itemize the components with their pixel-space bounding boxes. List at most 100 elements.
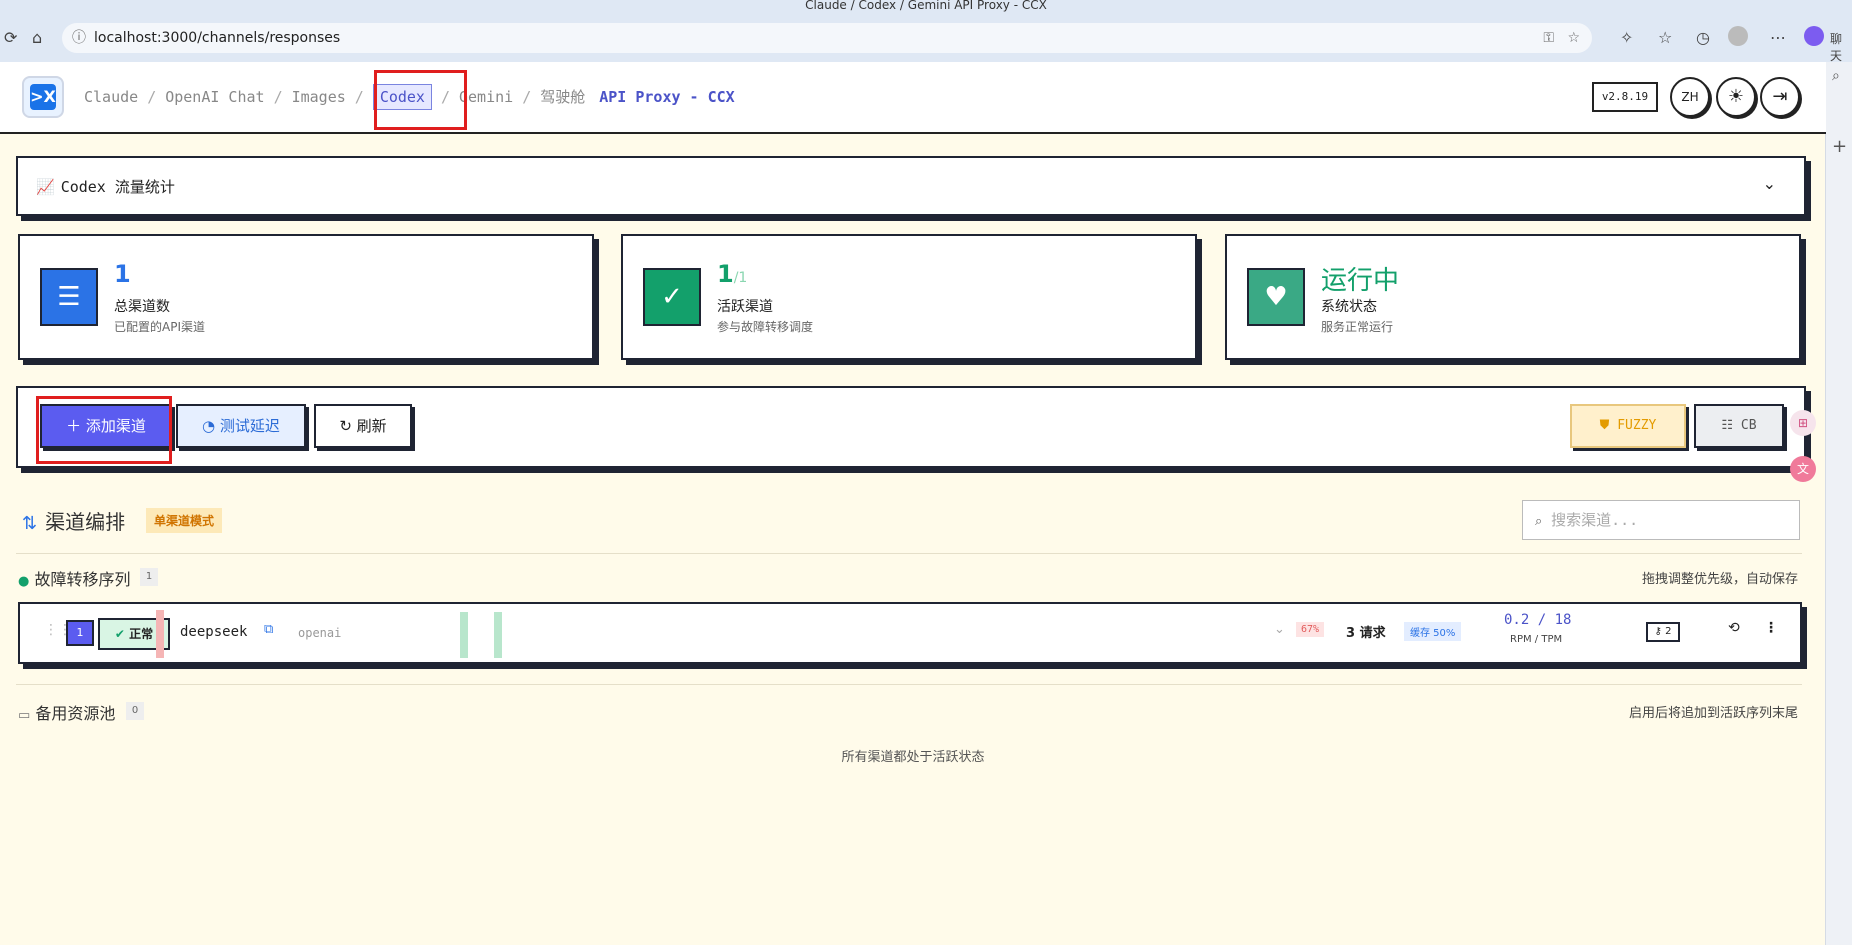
theme-toggle-sun-icon[interactable]: ☀ — [1716, 77, 1756, 117]
profile-avatar-icon[interactable] — [1728, 26, 1748, 46]
stat-label: 活跃渠道 — [717, 299, 773, 315]
nav-openai-chat[interactable]: OpenAI Chat — [165, 88, 264, 106]
brand-title: API Proxy - CCX — [599, 88, 735, 106]
traffic-stats-panel[interactable]: 📈 Codex 流量统计 ⌄ — [16, 156, 1806, 216]
action-toolbar: ＋ 添加渠道 ◔ 测试延迟 ↻ 刷新 ⛊ FUZZY ☷ CB — [16, 386, 1806, 468]
failover-count: 1 — [140, 568, 158, 586]
backup-empty-message: 所有渠道都处于活跃状态 — [841, 750, 985, 765]
channel-row-deepseek[interactable]: ⋮⋮ 1 ✔ 正常 deepseek ⧉ openai ⌄ 67% 3 请求 缓… — [18, 602, 1802, 664]
stat-value: 1/1 — [717, 260, 748, 288]
chevron-down-icon[interactable]: ⌄ — [1763, 174, 1776, 193]
channel-type: openai — [298, 626, 342, 640]
floating-grid-icon[interactable]: ⊞ — [1790, 410, 1816, 436]
refresh-icon: ↻ — [339, 417, 352, 435]
sliders-icon: ☷ — [1721, 418, 1734, 433]
archive-icon: ▭ — [18, 708, 31, 723]
browser-toolbar: ⟳ ⌂ ⓘ localhost:3000/channels/responses … — [0, 14, 1852, 64]
history-icon[interactable]: ◷ — [1696, 28, 1710, 47]
fuzzy-toggle-button[interactable]: ⛊ FUZZY — [1570, 404, 1686, 448]
search-icon: ⌕ — [1535, 514, 1543, 529]
extensions-icon[interactable]: ✧ — [1620, 28, 1633, 47]
stat-sub: 服务正常运行 — [1321, 320, 1394, 334]
stat-system-status: ♥ 运行中 系统状态 服务正常运行 — [1225, 234, 1801, 360]
sort-arrows-icon: ⇅ — [22, 513, 38, 534]
key-icon: ⚷ — [1654, 626, 1662, 637]
backup-count: 0 — [126, 702, 144, 720]
traffic-stats-title: 📈 Codex 流量统计 — [36, 178, 175, 196]
server-icon: ☰ — [40, 268, 98, 326]
address-url: localhost:3000/channels/responses — [94, 30, 341, 46]
window-title: Claude / Codex / Gemini API Proxy - CCX — [805, 0, 1047, 12]
stat-total-channels: ☰ 1 总渠道数 已配置的API渠道 — [18, 234, 594, 360]
stat-value: 1 — [114, 260, 131, 288]
failover-hint: 拖拽调整优先级，自动保存 — [1641, 572, 1798, 587]
nav-cockpit[interactable]: 驾驶舱 — [540, 86, 585, 107]
copilot-icon[interactable] — [1804, 26, 1824, 46]
stat-active-channels: ✓ 1/1 活跃渠道 参与故障转移调度 — [621, 234, 1197, 360]
app-logo[interactable]: >X — [22, 76, 64, 118]
sidebar-search-icon[interactable]: ⌕ — [1832, 68, 1840, 84]
play-circle-icon: ● — [18, 574, 30, 589]
floating-translate-icon[interactable]: 文 — [1790, 456, 1816, 482]
refresh-button[interactable]: ↻ 刷新 — [314, 404, 412, 448]
logout-icon[interactable]: ⇥ — [1760, 77, 1800, 117]
failover-title: ● 故障转移序列 — [18, 570, 131, 589]
stat-sub: 已配置的API渠道 — [114, 320, 205, 334]
test-latency-button[interactable]: ◔ 测试延迟 — [176, 404, 306, 448]
channel-search-input[interactable]: ⌕ 搜索渠道... — [1522, 500, 1800, 540]
priority-index: 1 — [66, 620, 94, 646]
api-keys-badge[interactable]: ⚷ 2 — [1646, 622, 1680, 642]
logo-mark: >X — [30, 84, 56, 110]
home-icon[interactable]: ⌂ — [32, 28, 42, 47]
channel-name: deepseek — [180, 624, 248, 640]
app-header: >X Claude / OpenAI Chat / Images / Codex / Gemin… — [0, 62, 1826, 134]
version-badge: v2.8.19 — [1592, 82, 1658, 112]
nav-claude[interactable]: Claude — [84, 88, 138, 106]
external-link-icon[interactable]: ⧉ — [264, 622, 273, 637]
section-divider — [16, 684, 1802, 685]
chevron-down-icon[interactable]: ⌄ — [1274, 622, 1285, 637]
highlight-add-channel — [36, 396, 172, 464]
single-channel-mode-badge: 单渠道模式 — [146, 508, 223, 533]
stat-sub: 参与故障转移调度 — [717, 320, 814, 334]
language-toggle[interactable]: ZH — [1670, 77, 1710, 117]
side-chat-label[interactable]: 聊天 — [1830, 30, 1852, 64]
activity-bar — [460, 612, 468, 658]
backup-hint: 启用后将追加到活跃序列末尾 — [1628, 706, 1798, 721]
heartbeat-icon: ♥ — [1247, 268, 1305, 326]
stat-label: 系统状态 — [1321, 299, 1377, 315]
address-bar[interactable]: ⓘ localhost:3000/channels/responses ⚿ ☆ — [62, 23, 1592, 53]
more-menu-icon[interactable]: ⋯ — [1770, 28, 1786, 47]
sidebar-add-icon[interactable]: + — [1832, 136, 1847, 157]
reload-icon[interactable]: ⟳ — [4, 28, 17, 47]
nav-images[interactable]: Images — [292, 88, 346, 106]
activity-bar — [494, 612, 502, 658]
cache-rate-badge: 缓存 50% — [1404, 622, 1462, 641]
favorite-star-icon[interactable]: ☆ — [1567, 23, 1580, 53]
browser-sidebar: ⌕ + — [1825, 62, 1852, 945]
window-title-bar: Claude / Codex / Gemini API Proxy - CCX — [0, 0, 1852, 14]
rpm-tpm-label: RPM / TPM — [1510, 634, 1563, 645]
stat-label: 总渠道数 — [114, 299, 170, 315]
favorites-icon[interactable]: ☆ — [1658, 28, 1672, 47]
check-circle-icon: ✔ — [114, 627, 125, 641]
backup-pool-title: ▭ 备用资源池 — [18, 704, 116, 723]
highlight-codex-tab — [374, 70, 467, 130]
request-count: 3 请求 — [1346, 626, 1386, 641]
key-icon[interactable]: ⚿ — [1543, 23, 1554, 53]
rpm-tpm-value: 0.2 / 18 — [1504, 612, 1572, 628]
check-circle-icon: ✓ — [643, 268, 701, 326]
section-divider — [16, 553, 1802, 554]
error-indicator-bar — [156, 610, 164, 658]
speedometer-icon: ◔ — [202, 417, 216, 435]
nav-gemini[interactable]: Gemini — [459, 88, 513, 106]
history-icon[interactable]: ⟲ — [1728, 620, 1740, 636]
chart-icon: 📈 — [36, 178, 55, 196]
orchestration-title: ⇅ 渠道编排 — [22, 510, 126, 534]
stat-value: 运行中 — [1321, 266, 1400, 296]
error-rate-badge: 67% — [1296, 622, 1325, 637]
shield-icon: ⛊ — [1599, 418, 1610, 433]
cb-toggle-button[interactable]: ☷ CB — [1694, 404, 1784, 448]
site-info-icon[interactable]: ⓘ — [72, 23, 86, 53]
more-actions-icon[interactable]: ⋮ — [1764, 620, 1778, 636]
